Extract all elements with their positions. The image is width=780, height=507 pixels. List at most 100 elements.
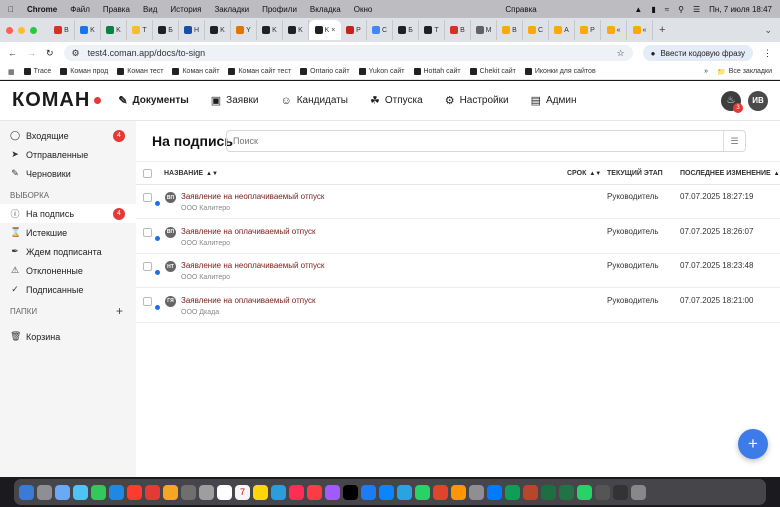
- url-text[interactable]: test4.coman.app/docs/to-sign: [88, 48, 206, 58]
- dock-app-icon[interactable]: [73, 484, 88, 500]
- dock-app-icon[interactable]: [271, 484, 286, 500]
- nav-requests[interactable]: ▣ Заявки: [211, 90, 259, 111]
- dock-app-icon[interactable]: [253, 484, 268, 500]
- column-deadline[interactable]: СРОК ▲▼: [567, 170, 601, 177]
- url-field[interactable]: ⚙ test4.coman.app/docs/to-sign ☆: [63, 45, 633, 61]
- document-title[interactable]: Заявление на неоплачиваемый отпуск: [181, 192, 324, 201]
- row-checkbox[interactable]: [143, 296, 152, 306]
- apple-icon[interactable]: : [8, 5, 14, 14]
- menu-item-profiles[interactable]: Профили: [262, 5, 297, 14]
- all-bookmarks[interactable]: 📁 Все закладки: [717, 68, 772, 76]
- tab-search-icon[interactable]: ⌄: [764, 25, 772, 36]
- browser-tab[interactable]: B: [49, 20, 75, 40]
- browser-tab[interactable]: «: [601, 20, 627, 40]
- dock-app-icon[interactable]: [343, 484, 358, 500]
- bookmark-item[interactable]: Коман сайт: [172, 68, 219, 75]
- reload-icon[interactable]: ↻: [46, 48, 54, 59]
- apps-grid-icon[interactable]: ▦: [8, 68, 15, 76]
- menu-item-view[interactable]: Вид: [143, 5, 157, 14]
- nav-documents[interactable]: ✎ Документы: [118, 90, 188, 111]
- menu-item-bookmarks[interactable]: Закладки: [214, 5, 249, 14]
- browser-tab[interactable]: K: [75, 20, 101, 40]
- table-row[interactable]: ВП Заявление на оплачиваемый отпуск ООО Ка…: [136, 220, 780, 254]
- browser-tab[interactable]: Н: [179, 20, 205, 40]
- menu-item-app[interactable]: Chrome: [27, 5, 57, 14]
- dock-app-icon[interactable]: [325, 484, 340, 500]
- dock-app-icon[interactable]: [613, 484, 628, 500]
- close-window-button[interactable]: [6, 26, 13, 34]
- bookmark-item[interactable]: Chekit сайт: [469, 68, 516, 75]
- bookmark-item[interactable]: Коман прод: [60, 68, 108, 75]
- browser-tab[interactable]: B: [497, 20, 523, 40]
- create-document-button[interactable]: +: [738, 429, 768, 459]
- nav-admin[interactable]: ▤ Админ: [531, 90, 577, 111]
- dock-app-icon[interactable]: [307, 484, 322, 500]
- dock-app-icon[interactable]: [487, 484, 502, 500]
- bookmark-item[interactable]: Yukon сайт: [358, 68, 405, 75]
- dock-app-icon[interactable]: [505, 484, 520, 500]
- browser-tab[interactable]: Б: [393, 20, 419, 40]
- menu-item-edit[interactable]: Правка: [103, 5, 130, 14]
- table-row[interactable]: НТ Заявление на неоплачиваемый отпуск ООО …: [136, 254, 780, 288]
- site-info-icon[interactable]: ⚙: [72, 48, 80, 59]
- dock-app-icon[interactable]: [469, 484, 484, 500]
- calendar-dock-icon[interactable]: 7: [235, 484, 250, 500]
- table-row[interactable]: ГЯ Заявление на оплачиваемый отпуск ООО Дк…: [136, 289, 780, 323]
- browser-tab[interactable]: T: [419, 20, 445, 40]
- row-checkbox[interactable]: [143, 262, 152, 271]
- bookmark-item[interactable]: Коман тест: [117, 68, 163, 75]
- document-title[interactable]: Заявление на оплачиваемый отпуск: [181, 227, 315, 236]
- document-title[interactable]: Заявление на неоплачиваемый отпуск: [181, 261, 324, 270]
- menu-item-window[interactable]: Окно: [354, 5, 373, 14]
- dock-app-icon[interactable]: [55, 484, 70, 500]
- airdrop-icon[interactable]: ▲: [634, 5, 642, 14]
- browser-tab[interactable]: T: [127, 20, 153, 40]
- browser-tab[interactable]: K: [257, 20, 283, 40]
- back-icon[interactable]: ←: [8, 48, 17, 58]
- browser-tab[interactable]: Б: [153, 20, 179, 40]
- bookmark-star-icon[interactable]: ☆: [617, 48, 625, 59]
- sidebar-item-sent[interactable]: ➤ Отправленные: [0, 145, 136, 164]
- browser-tab[interactable]: C: [367, 20, 393, 40]
- minimize-window-button[interactable]: [18, 26, 25, 34]
- dock-app-icon[interactable]: [217, 484, 232, 500]
- dock-app-icon[interactable]: [397, 484, 412, 500]
- dock-app-icon[interactable]: [91, 484, 106, 500]
- dock-app-icon[interactable]: [541, 484, 556, 500]
- browser-tab[interactable]: K: [101, 20, 127, 40]
- menu-item-help[interactable]: Справка: [505, 5, 536, 14]
- dock-app-icon[interactable]: [163, 484, 178, 500]
- dock-app-icon[interactable]: [379, 484, 394, 500]
- search-input[interactable]: [233, 136, 723, 146]
- dock-app-icon[interactable]: [433, 484, 448, 500]
- browser-tab[interactable]: K: [205, 20, 231, 40]
- menu-item-tab[interactable]: Вкладка: [310, 5, 341, 14]
- more-menu-icon[interactable]: ⋮: [763, 48, 772, 59]
- passphrase-button[interactable]: ● Ввести кодовую фразу: [642, 45, 753, 61]
- dock-app-icon[interactable]: [199, 484, 214, 500]
- dock-app-icon[interactable]: [19, 484, 34, 500]
- dock-app-icon[interactable]: [145, 484, 160, 500]
- logo[interactable]: КОМАН: [12, 89, 102, 112]
- battery-icon[interactable]: ▮: [651, 5, 655, 14]
- sidebar-item-rejected[interactable]: ⚠ Отклоненные: [0, 261, 136, 280]
- browser-tab[interactable]: «: [627, 20, 653, 40]
- column-changed[interactable]: ПОСЛЕДНЕЕ ИЗМЕНЕНИЕ ▲: [680, 170, 780, 177]
- search-icon[interactable]: ⚲: [678, 5, 684, 14]
- wifi-icon[interactable]: ≈: [665, 5, 669, 14]
- sidebar-item-signed[interactable]: ✓ Подписанные: [0, 280, 136, 299]
- browser-tab[interactable]: B: [445, 20, 471, 40]
- dock-app-icon[interactable]: [181, 484, 196, 500]
- column-stage[interactable]: ТЕКУЩИЙ ЭТАП: [607, 170, 663, 177]
- new-tab-button[interactable]: +: [659, 24, 665, 36]
- dock-app-icon[interactable]: [361, 484, 376, 500]
- bookmark-item[interactable]: Иконки для сайтов: [524, 68, 596, 75]
- select-all-checkbox[interactable]: [143, 169, 152, 178]
- row-checkbox[interactable]: [143, 227, 152, 237]
- dock-app-icon[interactable]: [415, 484, 430, 500]
- control-center-icon[interactable]: ☰: [693, 5, 700, 14]
- browser-tab[interactable]: K: [283, 20, 309, 40]
- dock-app-icon[interactable]: [595, 484, 610, 500]
- notifications-button[interactable]: ♨ 3: [721, 90, 743, 113]
- row-checkbox[interactable]: [143, 193, 152, 202]
